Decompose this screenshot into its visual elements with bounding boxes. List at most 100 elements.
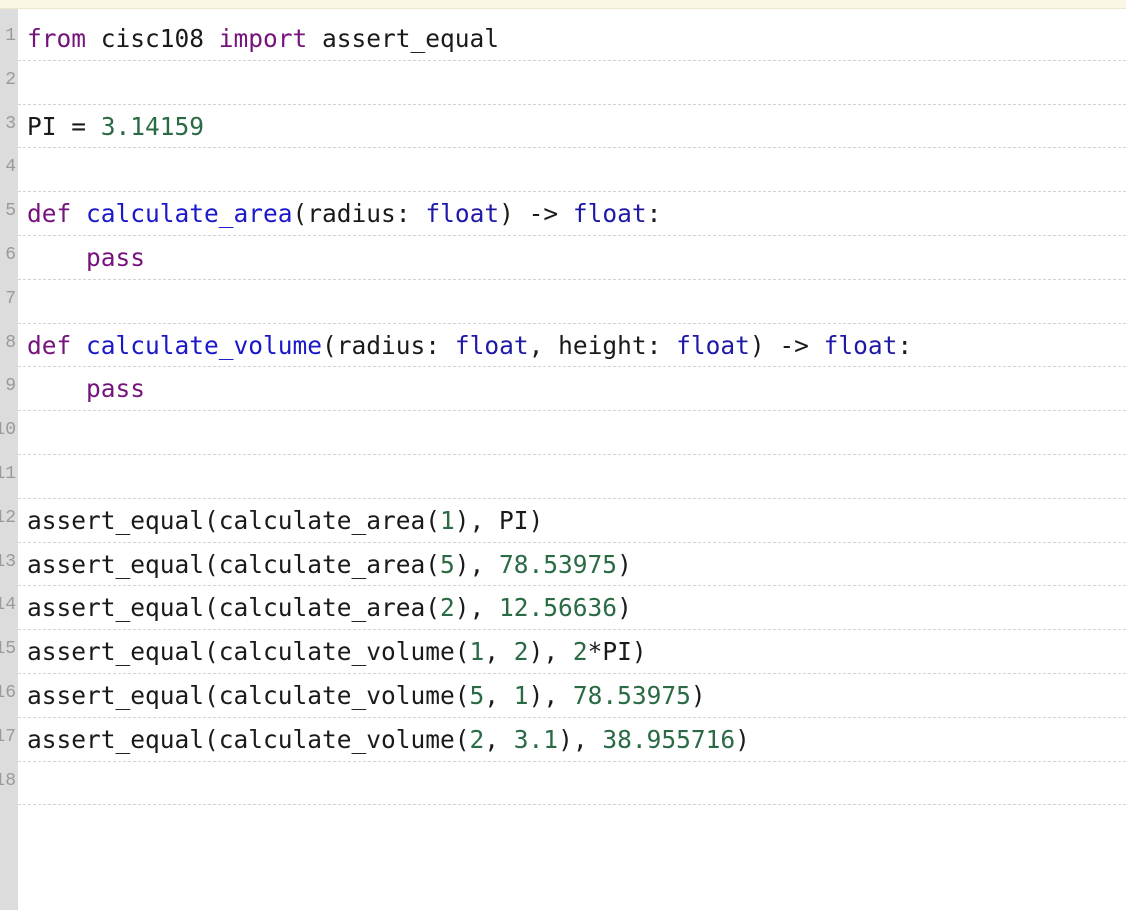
line-number: 8: [5, 332, 16, 353]
code-line[interactable]: 1 from cisc108 import assert_equal: [5, 17, 1126, 61]
code-line[interactable]: 6 pass: [5, 236, 1126, 280]
code-text[interactable]: def calculate_volume(radius: float, heig…: [27, 331, 912, 360]
code-token: assert_equal(calculate_volume(: [27, 680, 470, 710]
code-token: (radius:: [292, 199, 426, 229]
code-token: calculate_volume: [86, 330, 323, 360]
code-token: 5: [469, 680, 485, 710]
code-text[interactable]: assert_equal(calculate_volume(5, 1), 78.…: [27, 681, 706, 710]
code-area[interactable]: 1 from cisc108 import assert_equal 2 3 PI = …: [0, 17, 1126, 806]
code-text[interactable]: assert_equal(calculate_area(5), 78.53975…: [27, 550, 632, 579]
code-line[interactable]: 10: [0, 411, 1126, 455]
code-line[interactable]: 13 assert_equal(calculate_area(5), 78.539…: [0, 543, 1126, 587]
code-text[interactable]: pass: [27, 374, 145, 403]
line-number: 1: [5, 26, 16, 46]
code-line[interactable]: 16 assert_equal(calculate_volume(5, 1), 7…: [0, 674, 1126, 718]
code-token: 2: [513, 637, 529, 667]
code-line[interactable]: 5 def calculate_area(radius: float) -> fl…: [5, 192, 1126, 236]
code-text[interactable]: from cisc108 import assert_equal: [27, 24, 499, 53]
code-line[interactable]: 3 PI = 3.14159: [5, 105, 1126, 149]
code-line[interactable]: 2: [5, 61, 1126, 105]
code-token: 3.1: [513, 724, 559, 754]
code-token: float: [823, 330, 898, 360]
code-line[interactable]: 4: [5, 148, 1126, 193]
code-token: from: [27, 24, 87, 53]
code-token: ) ->: [499, 199, 573, 229]
code-token: 1: [469, 637, 485, 667]
code-token: assert_equal(calculate_area(: [27, 549, 441, 579]
code-line[interactable]: 15 assert_equal(calculate_volume(1, 2), 2…: [0, 630, 1126, 674]
code-token: 12.56636: [499, 593, 618, 623]
code-token: :: [897, 330, 913, 360]
line-number: 7: [5, 288, 16, 309]
line-number: 18: [0, 770, 16, 791]
editor-top-strip: [0, 0, 1126, 9]
code-token: ),: [528, 637, 573, 667]
code-token: 2: [572, 637, 588, 667]
code-text[interactable]: pass: [27, 243, 145, 272]
line-number: 11: [0, 463, 16, 484]
line-number: 4: [5, 157, 16, 178]
code-token: *PI): [587, 637, 647, 667]
code-token: PI =: [27, 111, 101, 141]
code-line[interactable]: 11: [0, 455, 1126, 499]
code-token: cisc108: [86, 24, 219, 53]
code-text[interactable]: assert_equal(calculate_area(2), 12.56636…: [27, 593, 632, 622]
code-token: ,: [484, 680, 514, 710]
code-line[interactable]: 14 assert_equal(calculate_area(2), 12.566…: [0, 586, 1126, 631]
code-token: pass: [86, 242, 146, 272]
code-token: calculate_area: [86, 199, 293, 229]
code-line[interactable]: 9 pass: [5, 367, 1126, 412]
code-token: assert_equal(calculate_volume(: [27, 724, 470, 754]
code-text[interactable]: assert_equal(calculate_volume(1, 2), 2*P…: [27, 637, 647, 666]
line-number: 12: [0, 507, 16, 528]
code-token: ,: [484, 724, 514, 754]
code-token: def: [27, 199, 72, 229]
code-token: :: [646, 199, 662, 229]
line-number: 14: [0, 595, 16, 616]
code-token: ,: [484, 637, 514, 667]
code-line[interactable]: 18: [0, 762, 1126, 806]
code-token: 1: [513, 680, 529, 710]
line-number: 10: [0, 420, 16, 441]
line-number: 5: [5, 201, 16, 222]
code-text[interactable]: assert_equal(calculate_area(1), PI): [27, 506, 543, 535]
code-token: ) ->: [749, 330, 824, 360]
line-number: 17: [0, 726, 16, 747]
code-token: assert_equal(calculate_area(: [27, 593, 441, 623]
code-token: 1: [440, 505, 455, 535]
code-token: 5: [440, 549, 455, 579]
code-line[interactable]: 17 assert_equal(calculate_volume(2, 3.1),…: [0, 718, 1126, 762]
code-line[interactable]: 12 assert_equal(calculate_area(1), PI): [0, 499, 1126, 543]
code-token: 78.53975: [572, 680, 691, 710]
code-token: 2: [469, 724, 485, 754]
line-number: 2: [5, 69, 16, 90]
code-text[interactable]: def calculate_area(radius: float) -> flo…: [27, 199, 661, 228]
line-number: 15: [0, 639, 16, 660]
code-token: ): [735, 724, 750, 754]
code-token: float: [454, 330, 529, 360]
code-token: 2: [440, 593, 455, 623]
code-token: 3.14159: [100, 111, 205, 141]
code-token: float: [572, 199, 647, 229]
code-token: ),: [454, 593, 500, 623]
code-token: import: [218, 24, 308, 53]
code-token: ): [617, 593, 632, 623]
code-token: ): [690, 680, 706, 710]
code-line[interactable]: 7: [5, 280, 1126, 324]
line-number: 6: [5, 244, 16, 265]
code-text[interactable]: PI = 3.14159: [27, 112, 204, 141]
line-number: 13: [0, 551, 16, 572]
code-token: assert_equal: [307, 24, 500, 53]
code-line[interactable]: 8 def calculate_volume(radius: float, hei…: [5, 324, 1126, 368]
code-text[interactable]: assert_equal(calculate_volume(2, 3.1), 3…: [27, 725, 750, 754]
code-token: , height:: [528, 330, 677, 360]
code-token: (radius:: [322, 330, 455, 360]
code-editor[interactable]: 1 from cisc108 import assert_equal 2 3 PI = …: [0, 0, 1126, 910]
code-token: def: [27, 330, 72, 360]
code-token: assert_equal(calculate_volume(: [27, 637, 470, 667]
code-token: assert_equal(calculate_area(: [27, 505, 441, 535]
line-number: 3: [5, 113, 16, 134]
code-token: pass: [86, 374, 146, 404]
